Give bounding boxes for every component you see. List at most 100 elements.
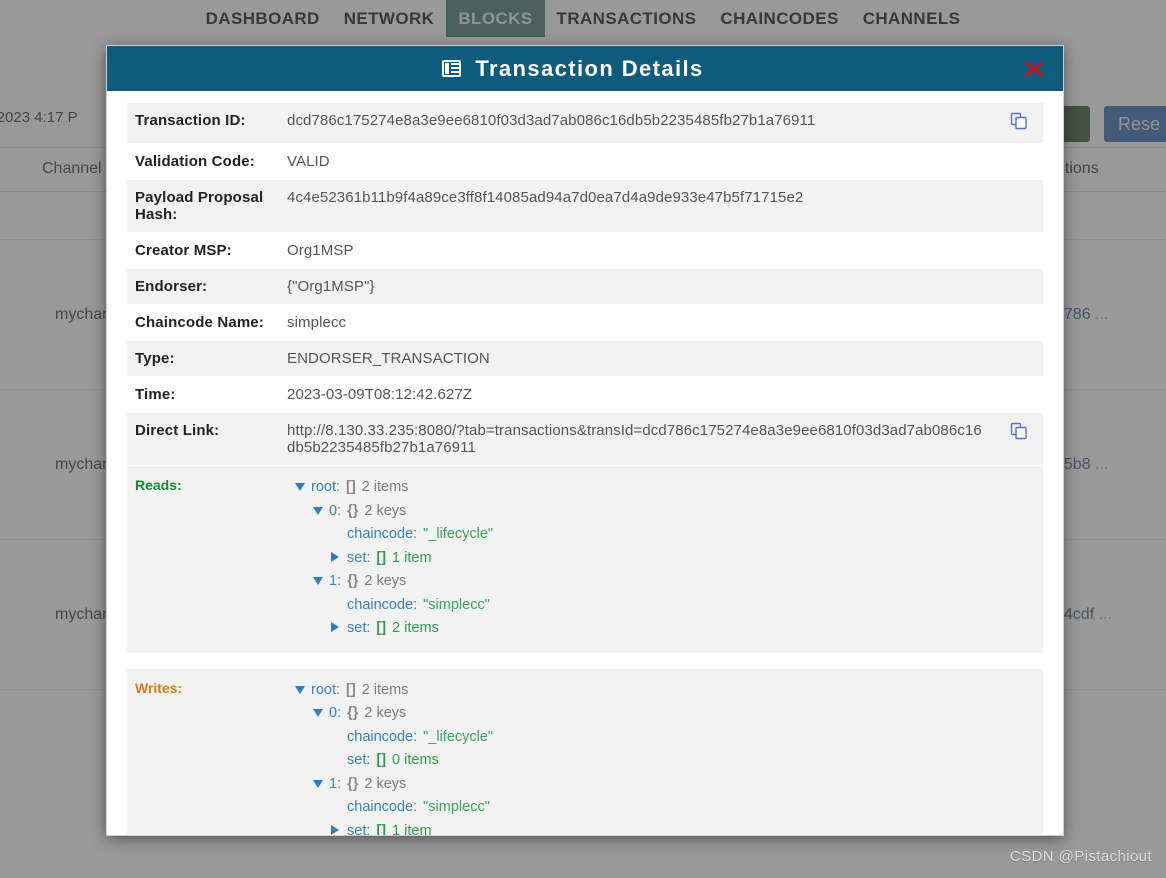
caret-down-icon[interactable] bbox=[295, 679, 311, 703]
reads-panel: Reads: root: [] 2 items 0: {} 2 keys chaincode… bbox=[127, 466, 1043, 653]
json-node[interactable]: root: [] 2 items bbox=[295, 476, 1035, 500]
json-node[interactable]: root: [] 2 items bbox=[295, 679, 1035, 703]
modal-title: Transaction Details bbox=[475, 55, 704, 81]
json-node: chaincode: "simplecc" bbox=[295, 796, 1035, 820]
json-count: 2 items bbox=[392, 620, 439, 636]
detail-row: Chaincode Name: simplecc bbox=[127, 304, 1043, 341]
detail-value: simplecc bbox=[279, 304, 995, 341]
detail-row: Payload Proposal Hash: 4c4e52361b11b9f4a8… bbox=[127, 179, 1043, 233]
json-node[interactable]: set: [] 1 item bbox=[295, 820, 1035, 836]
json-key: root: bbox=[311, 479, 341, 495]
json-node[interactable]: 1: {} 2 keys bbox=[295, 570, 1035, 594]
json-node[interactable]: set: [] 1 item bbox=[295, 547, 1035, 571]
json-node: set: [] 0 items bbox=[295, 749, 1035, 773]
writes-json-tree: root: [] 2 items 0: {} 2 keys chaincode: "_life… bbox=[295, 679, 1035, 836]
json-node[interactable]: 1: {} 2 keys bbox=[295, 773, 1035, 797]
caret-down-icon[interactable] bbox=[313, 702, 329, 726]
detail-key: Payload Proposal Hash: bbox=[127, 179, 279, 233]
json-key: set: bbox=[347, 822, 371, 836]
copy-icon[interactable] bbox=[1010, 422, 1028, 444]
json-key: root: bbox=[311, 681, 341, 698]
caret-right-icon[interactable] bbox=[331, 547, 347, 571]
detail-row: Type: ENDORSER_TRANSACTION bbox=[127, 340, 1043, 377]
json-count: 2 items bbox=[361, 681, 409, 698]
json-key: set: bbox=[347, 752, 371, 768]
json-bracket: [] bbox=[376, 752, 387, 768]
detail-row: Time: 2023-03-09T08:12:42.627Z bbox=[127, 376, 1043, 413]
detail-key: Transaction ID: bbox=[127, 103, 279, 144]
json-node[interactable]: 0: {} 2 keys bbox=[295, 702, 1035, 726]
detail-value: Org1MSP bbox=[279, 232, 995, 269]
detail-key: Chaincode Name: bbox=[127, 304, 279, 341]
detail-copy-cell bbox=[995, 268, 1043, 305]
json-bracket: {} bbox=[347, 775, 359, 792]
detail-copy-cell bbox=[995, 143, 1043, 180]
caret-down-icon[interactable] bbox=[313, 773, 329, 797]
json-bracket: [] bbox=[376, 822, 387, 836]
json-bracket: {} bbox=[347, 502, 359, 519]
modal-body: Transaction ID: dcd786c175274e8a3e9ee6810… bbox=[107, 91, 1063, 835]
json-bracket: {} bbox=[347, 573, 359, 589]
detail-copy-cell bbox=[995, 376, 1043, 413]
caret-down-icon[interactable] bbox=[313, 570, 329, 594]
caret-down-icon[interactable] bbox=[295, 476, 311, 500]
detail-copy-cell bbox=[995, 179, 1043, 233]
detail-value: {"Org1MSP"} bbox=[279, 268, 995, 305]
detail-key: Creator MSP: bbox=[127, 232, 279, 269]
json-count: 2 items bbox=[361, 479, 409, 495]
close-icon[interactable] bbox=[1021, 56, 1047, 82]
detail-row: Creator MSP: Org1MSP bbox=[127, 232, 1043, 269]
json-node: chaincode: "_lifecycle" bbox=[295, 726, 1035, 750]
json-node: chaincode: "simplecc" bbox=[295, 594, 1035, 618]
detail-copy-cell[interactable] bbox=[995, 103, 1043, 144]
json-string-value: "_lifecycle" bbox=[423, 728, 494, 745]
json-string-value: "simplecc" bbox=[423, 799, 490, 815]
detail-value: http://8.130.33.235:8080/?tab=transactio… bbox=[279, 412, 995, 466]
json-key: set: bbox=[347, 549, 371, 566]
caret-right-icon[interactable] bbox=[331, 820, 347, 836]
watermark: CSDN @Pistachiout bbox=[1009, 848, 1152, 865]
json-node[interactable]: 0: {} 2 keys bbox=[295, 500, 1035, 524]
modal-header: Transaction Details bbox=[107, 46, 1063, 91]
caret-down-icon[interactable] bbox=[313, 500, 329, 524]
detail-copy-cell bbox=[995, 304, 1043, 341]
json-count: 2 keys bbox=[364, 502, 407, 519]
detail-row: Endorser: {"Org1MSP"} bbox=[127, 268, 1043, 305]
copy-icon[interactable] bbox=[1010, 112, 1028, 134]
json-bracket: {} bbox=[347, 705, 359, 721]
json-key: chaincode: bbox=[347, 526, 418, 542]
json-bracket: [] bbox=[346, 681, 356, 698]
transaction-details-modal: Transaction Details Transaction ID: dcd78… bbox=[106, 45, 1064, 836]
detail-copy-cell[interactable] bbox=[995, 412, 1043, 466]
detail-copy-cell bbox=[995, 340, 1043, 377]
detail-value: 2023-03-09T08:12:42.627Z bbox=[279, 376, 995, 413]
detail-value: VALID bbox=[279, 143, 995, 180]
json-key: chaincode: bbox=[347, 799, 418, 815]
json-string-value: "simplecc" bbox=[423, 596, 490, 613]
json-key: set: bbox=[347, 620, 371, 636]
json-node[interactable]: set: [] 2 items bbox=[295, 617, 1035, 641]
json-count: 2 keys bbox=[364, 705, 407, 721]
json-count: 1 item bbox=[392, 549, 432, 566]
detail-value: dcd786c175274e8a3e9ee6810f03d3ad7ab086c1… bbox=[279, 103, 995, 144]
json-node: chaincode: "_lifecycle" bbox=[295, 523, 1035, 547]
json-bracket: [] bbox=[376, 549, 387, 566]
detail-key: Endorser: bbox=[127, 268, 279, 305]
json-key: 0: bbox=[329, 705, 342, 721]
detail-row: Direct Link: http://8.130.33.235:8080/?ta… bbox=[127, 412, 1043, 466]
detail-value: ENDORSER_TRANSACTION bbox=[279, 340, 995, 377]
json-count: 0 items bbox=[392, 752, 439, 768]
detail-key: Time: bbox=[127, 376, 279, 413]
detail-value: 4c4e52361b11b9f4a89ce3ff8f14085ad94a7d0e… bbox=[279, 179, 995, 233]
json-bracket: [] bbox=[346, 479, 356, 495]
detail-copy-cell bbox=[995, 232, 1043, 269]
detail-key: Validation Code: bbox=[127, 143, 279, 180]
reads-label: Reads: bbox=[135, 477, 182, 493]
json-key: 1: bbox=[329, 573, 342, 589]
json-key: chaincode: bbox=[347, 728, 418, 745]
json-key: 1: bbox=[329, 775, 342, 792]
detail-row: Validation Code: VALID bbox=[127, 143, 1043, 180]
writes-label: Writes: bbox=[135, 679, 183, 696]
list-alt-icon bbox=[442, 60, 462, 77]
caret-right-icon[interactable] bbox=[331, 617, 347, 641]
